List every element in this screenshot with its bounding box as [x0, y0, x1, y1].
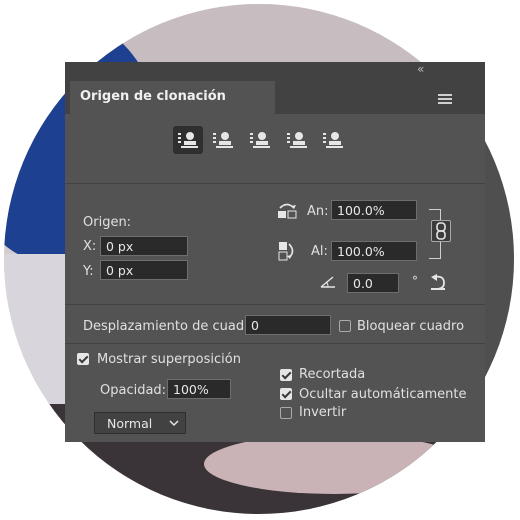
width-label: An: [307, 204, 329, 219]
panel-menu-icon[interactable] [438, 93, 452, 104]
flip-vertical-icon[interactable] [277, 240, 297, 262]
angle-field[interactable]: 0.0 [347, 273, 399, 293]
invert-checkbox[interactable] [280, 407, 292, 419]
origin-label: Origen: [83, 215, 132, 230]
link-scale-button[interactable] [431, 220, 451, 242]
angle-unit: ° [412, 274, 418, 288]
width-field[interactable]: 100.0% [331, 200, 417, 220]
clone-source-2-button[interactable] [208, 126, 238, 154]
divider [65, 183, 485, 184]
panel-title: Origen de clonación [80, 89, 226, 104]
frame-offset-field[interactable]: 0 [245, 315, 331, 335]
show-overlay-checkbox[interactable] [77, 353, 89, 365]
origin-x-label: X: [83, 239, 97, 254]
height-field[interactable]: 100.0% [331, 241, 417, 261]
frame-offset-label: Desplazamiento de cuadro: [83, 319, 262, 334]
divider [65, 343, 485, 344]
chevron-down-icon [169, 420, 179, 427]
blend-mode-value: Normal [107, 416, 153, 431]
origin-x-field[interactable]: 0 px [100, 236, 188, 256]
clone-source-1-button[interactable] [173, 126, 203, 154]
panel-tab-bar: « Origen de clonación [65, 62, 485, 114]
clone-source-4-icon [287, 132, 307, 148]
link-chain-icon [436, 222, 446, 240]
opacity-label: Opacidad: [100, 383, 167, 398]
angle-icon [320, 275, 336, 289]
clone-source-5-icon [323, 132, 343, 148]
clone-source-4-button[interactable] [282, 126, 312, 154]
clone-source-1-icon [178, 132, 198, 148]
clone-source-3-button[interactable] [245, 126, 275, 154]
auto-hide-label: Ocultar automáticamente [299, 387, 467, 402]
clone-source-2-icon [213, 132, 233, 148]
lock-frame-checkbox[interactable] [339, 320, 351, 332]
show-overlay-label: Mostrar superposición [97, 352, 241, 367]
tab-clone-source[interactable]: Origen de clonación [70, 81, 275, 114]
flip-horizontal-icon[interactable] [276, 201, 298, 219]
reset-transform-icon[interactable] [428, 274, 448, 292]
divider [65, 304, 485, 305]
invert-label: Invertir [299, 405, 347, 420]
collapse-panel-icon[interactable]: « [417, 62, 424, 76]
clone-source-panel: « Origen de clonación Origen: X: 0 px Y:… [65, 62, 485, 442]
origin-y-label: Y: [83, 264, 94, 279]
clipped-checkbox[interactable] [280, 369, 292, 381]
blend-mode-dropdown[interactable]: Normal [94, 412, 186, 434]
opacity-field[interactable]: 100% [167, 379, 231, 399]
origin-y-field[interactable]: 0 px [100, 260, 188, 280]
canvas-skin-lower [204, 434, 464, 494]
height-label: Al: [311, 244, 328, 259]
clone-source-3-icon [250, 132, 270, 148]
clone-source-5-button[interactable] [318, 126, 348, 154]
auto-hide-checkbox[interactable] [280, 388, 292, 400]
clipped-label: Recortada [299, 367, 366, 382]
lock-frame-label: Bloquear cuadro [357, 319, 465, 334]
